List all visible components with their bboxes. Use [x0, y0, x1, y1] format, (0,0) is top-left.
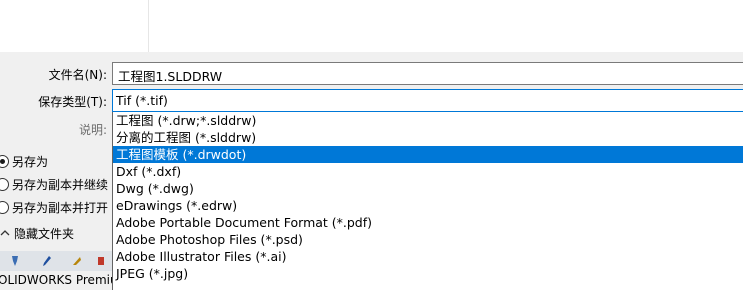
save-as-copy-continue-option[interactable]: 另存为副本并继续	[0, 175, 108, 193]
save-type-label: 保存类型(T):	[38, 95, 107, 109]
dropdown-option-detached-drawing[interactable]: 分离的工程图 (*.slddrw)	[113, 129, 743, 146]
chevron-up-icon	[0, 230, 10, 236]
pane-divider	[148, 0, 149, 52]
save-type-select[interactable]: Tif (*.tif)	[112, 89, 743, 112]
save-as-copy-open-radio[interactable]	[0, 200, 9, 214]
save-as-radio[interactable]	[0, 154, 9, 168]
dropdown-option-ai[interactable]: Adobe Illustrator Files (*.ai)	[113, 248, 743, 265]
save-as-option[interactable]: 另存为	[0, 152, 48, 170]
dropdown-option-dwg[interactable]: Dwg (*.dwg)	[113, 180, 743, 197]
hide-folders-label: 隐藏文件夹	[14, 226, 75, 241]
filename-input[interactable]: 工程图1.SLDDRW	[112, 62, 743, 85]
save-as-copy-continue-label: 另存为副本并继续	[12, 177, 109, 192]
dropdown-option-drw[interactable]: 工程图 (*.drw;*.slddrw)	[113, 112, 743, 129]
dropdown-option-psd[interactable]: Adobe Photoshop Files (*.psd)	[113, 231, 743, 248]
dropdown-option-pdf[interactable]: Adobe Portable Document Format (*.pdf)	[113, 214, 743, 231]
taskbar-strip	[0, 251, 112, 271]
save-type-dropdown-list[interactable]: 工程图 (*.drw;*.slddrw) 分离的工程图 (*.slddrw) 工…	[112, 112, 743, 290]
pin-icon	[12, 256, 18, 266]
file-browser-area	[0, 0, 743, 52]
dropdown-option-edrawings[interactable]: eDrawings (*.edrw)	[113, 197, 743, 214]
tool-icon	[98, 257, 104, 265]
dropdown-option-dxf[interactable]: Dxf (*.dxf)	[113, 163, 743, 180]
pencil-icon	[43, 256, 51, 266]
dropdown-option-drawing-template[interactable]: 工程图模板 (*.drwdot)	[113, 146, 743, 163]
save-as-copy-continue-radio[interactable]	[0, 177, 9, 191]
filename-label: 文件名(N):	[48, 68, 107, 82]
arrow-icon	[73, 257, 81, 265]
save-as-copy-open-option[interactable]: 另存为副本并打开	[0, 198, 108, 216]
app-name-label: OLIDWORKS Premiu	[0, 273, 112, 287]
description-label: 说明:	[78, 123, 107, 137]
dropdown-option-jpg[interactable]: JPEG (*.jpg)	[113, 265, 743, 282]
save-as-copy-open-label: 另存为副本并打开	[12, 200, 109, 215]
save-as-label: 另存为	[12, 154, 49, 169]
hide-folders-toggle[interactable]: 隐藏文件夹	[0, 224, 74, 242]
